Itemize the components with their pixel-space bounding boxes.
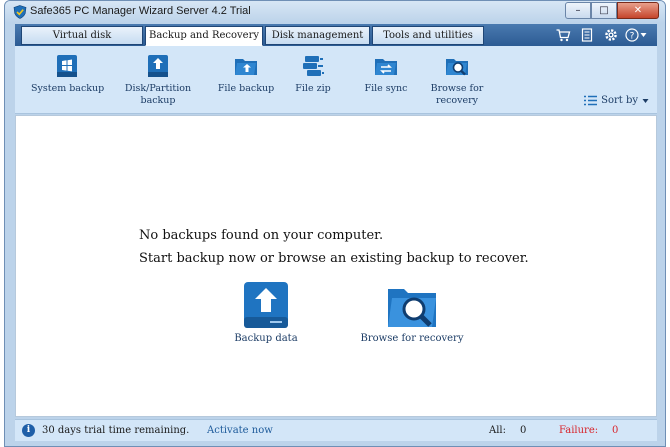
tab-strip: Virtual disk Backup and Recovery Disk ma…: [15, 24, 657, 46]
list-icon: [584, 95, 598, 106]
help-icon: ?: [625, 28, 639, 42]
window-title: Safe365 PC Manager Wizard Server 4.2 Tri…: [30, 5, 251, 17]
system-backup-icon: [57, 55, 77, 77]
backup-data-icon: [244, 282, 288, 328]
browse-recovery-icon: [446, 59, 468, 76]
file-zip-icon: [303, 56, 324, 76]
cart-icon[interactable]: [555, 27, 571, 43]
tab-backup-and-recovery[interactable]: Backup and Recovery: [145, 26, 263, 46]
system-backup-button[interactable]: System backup: [31, 54, 105, 95]
toolbar-ribbon: System backup Disk/Partition backup File…: [15, 46, 657, 114]
backup-data-button[interactable]: Backup data: [226, 281, 306, 344]
browse-folder-icon: [388, 289, 436, 327]
document-icon[interactable]: [579, 27, 595, 43]
file-sync-button[interactable]: File sync: [357, 54, 415, 95]
sort-by-dropdown[interactable]: Sort by: [584, 95, 649, 106]
app-logo-icon: [13, 5, 27, 19]
toolbar-item-label: File zip: [295, 83, 331, 94]
window-controls: – □ ✕: [565, 2, 659, 19]
toolbar-item-label: Disk/Partition backup: [124, 83, 192, 106]
tab-virtual-disk[interactable]: Virtual disk: [21, 26, 143, 45]
toolbar-item-label: File sync: [364, 83, 408, 94]
maximize-button[interactable]: □: [591, 2, 617, 19]
minimize-button[interactable]: –: [565, 2, 591, 19]
all-count-label: All:: [489, 425, 506, 436]
title-bar: Safe365 PC Manager Wizard Server 4.2 Tri…: [5, 1, 665, 23]
help-menu[interactable]: ?: [625, 27, 649, 43]
toolbar-item-label: Browse for recovery: [430, 83, 484, 106]
partition-backup-icon: [148, 55, 168, 77]
partition-backup-button[interactable]: Disk/Partition backup: [116, 54, 200, 107]
close-button[interactable]: ✕: [617, 2, 659, 19]
gear-icon[interactable]: [603, 27, 619, 43]
backup-list-area: No backups found on your computer. Start…: [15, 115, 657, 417]
tab-disk-management[interactable]: Disk management: [265, 26, 370, 45]
all-count-value: 0: [520, 425, 527, 436]
chevron-down-icon: [640, 33, 647, 37]
sort-by-label: Sort by: [601, 95, 638, 106]
status-bar: i 30 days trial time remaining. Activate…: [15, 419, 657, 441]
browse-recovery-button[interactable]: Browse for recovery: [427, 54, 487, 107]
empty-message-title: No backups found on your computer.: [139, 228, 384, 243]
empty-message-subtitle: Start backup now or browse an existing b…: [139, 251, 529, 266]
file-zip-button[interactable]: File zip: [287, 54, 339, 95]
toolbar-item-label: File backup: [217, 83, 275, 94]
file-backup-button[interactable]: File backup: [211, 54, 281, 95]
app-window: Safe365 PC Manager Wizard Server 4.2 Tri…: [4, 0, 666, 447]
failure-count-value: 0: [612, 425, 619, 436]
tab-tools-and-utilities[interactable]: Tools and utilities: [372, 26, 484, 45]
chevron-down-icon: [642, 98, 649, 103]
info-icon: i: [22, 424, 35, 437]
failure-count-label: Failure:: [559, 425, 599, 436]
toolbar-item-label: System backup: [31, 83, 105, 94]
file-sync-icon: [375, 59, 397, 75]
browse-for-recovery-button[interactable]: Browse for recovery: [356, 281, 468, 344]
file-backup-icon: [235, 59, 257, 75]
trial-status-text: 30 days trial time remaining.: [42, 425, 190, 436]
help-glyph: ?: [630, 32, 635, 42]
browse-for-recovery-label: Browse for recovery: [360, 333, 464, 344]
activate-now-link[interactable]: Activate now: [207, 425, 273, 436]
backup-data-label: Backup data: [234, 333, 298, 344]
